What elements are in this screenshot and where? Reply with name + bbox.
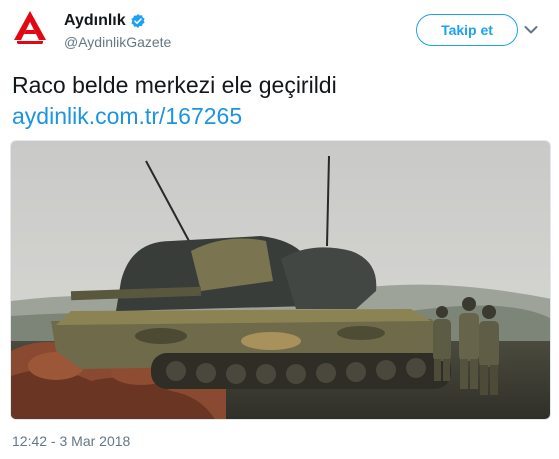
tweet-photo[interactable] — [10, 140, 551, 420]
name-row: Aydınlık — [64, 12, 146, 30]
handle[interactable]: @AydinlikGazete — [64, 34, 171, 50]
display-name[interactable]: Aydınlık — [64, 12, 126, 30]
chevron-down-icon[interactable] — [524, 24, 538, 36]
verified-badge-icon — [131, 14, 145, 28]
aydinlik-logo-icon: A — [10, 8, 50, 48]
tweet-header: A Aydınlık @AydinlikGazete Takip et — [10, 8, 550, 52]
tweet-timestamp[interactable]: 12:42 - 3 Mar 2018 — [12, 433, 130, 449]
avatar[interactable]: A — [10, 8, 50, 48]
tank-photo-image — [11, 141, 550, 419]
follow-button[interactable]: Takip et — [416, 14, 518, 46]
tweet-text: Raco belde merkezi ele geçirildi — [12, 72, 337, 98]
tweet-link[interactable]: aydinlik.com.tr/167265 — [12, 101, 242, 131]
